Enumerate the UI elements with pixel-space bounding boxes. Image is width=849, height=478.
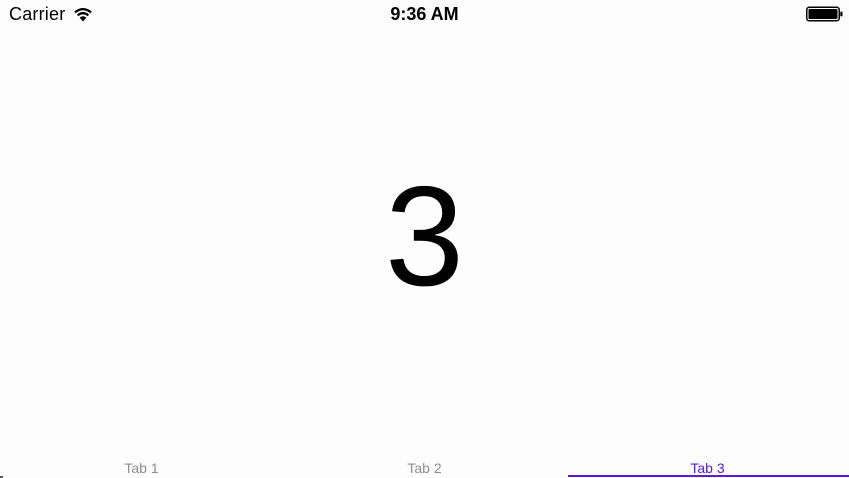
content-area: 3: [0, 28, 849, 448]
status-time: 9:36 AM: [390, 4, 459, 24]
page-number-label: 3: [385, 157, 464, 316]
tab-3[interactable]: Tab 3: [566, 452, 849, 478]
tab-2[interactable]: Tab 2: [283, 452, 566, 478]
tab-3-label: Tab 3: [690, 460, 725, 476]
tab-1-label: Tab 1: [124, 460, 159, 476]
status-bar: Carrier 9:36 AM: [0, 0, 849, 28]
tab-1[interactable]: Tab 1: [0, 452, 283, 478]
active-tab-indicator: [568, 475, 849, 477]
tab-2-label: Tab 2: [407, 460, 442, 476]
battery-icon: [806, 6, 843, 22]
app-screen: Carrier 9:36 AM 3 Tab 1 Tab 2 Tab 3: [0, 0, 849, 478]
tab-bar: Tab 1 Tab 2 Tab 3: [0, 452, 849, 478]
